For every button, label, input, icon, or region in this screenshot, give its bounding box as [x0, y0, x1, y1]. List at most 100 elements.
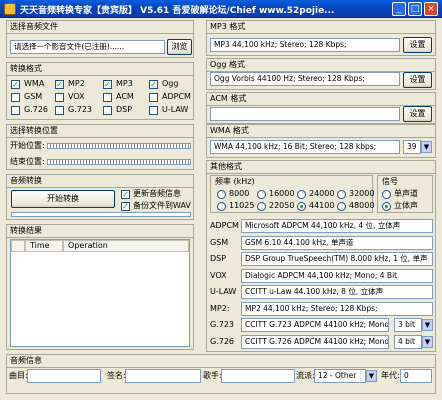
backup-wav-checkbox[interactable]: ✓ [121, 202, 130, 211]
format-checkbox-ulaw[interactable] [149, 106, 158, 115]
other-format-field[interactable]: CCITT G.723 ADPCM 44100 kHz; Mono; 3 [241, 318, 389, 332]
other-format-field[interactable]: Microsoft ADPCM 44,100 kHz, 4 位, 立体声 [241, 219, 433, 233]
browse-button[interactable]: 浏览 [167, 39, 192, 55]
format-label: WMA [24, 79, 45, 88]
frequency-title: 频率 (kHz) [215, 177, 255, 186]
stereo-radio[interactable] [382, 202, 391, 211]
format-checkbox-g723[interactable] [55, 106, 64, 115]
genre-label: 流派: [296, 371, 315, 380]
format-checkbox-wma[interactable]: ✓ [11, 80, 20, 89]
title-bar: 天天音频转换专家【贵宾版】 V5.61 吾爱破解论坛/Chief www.52p… [0, 0, 442, 18]
other-format-label: G.726 [210, 336, 235, 346]
format-checkbox-vox[interactable] [55, 93, 64, 102]
format-checkbox-mp3[interactable]: ✓ [103, 80, 112, 89]
mp3-setup-button[interactable]: 设置 [403, 37, 432, 53]
channel-title: 信号 [382, 177, 398, 186]
frequency-label: 16000 [269, 189, 295, 198]
maximize-button[interactable]: □ [408, 2, 422, 16]
mp3-format-group: MP3 格式 MP3 44,100 kHz; Stereo; 128 Kbps;… [206, 20, 436, 56]
channel-group: 信号 单声道 立体声 [377, 175, 433, 213]
other-format-field[interactable]: DSP Group TrueSpeech(TM) 8.000 kHz, 1 位,… [241, 252, 433, 266]
end-position-slider[interactable] [47, 159, 191, 165]
frequency-radio-48000[interactable] [337, 202, 346, 211]
format-checkbox-gsm[interactable] [11, 93, 20, 102]
bitrate-combo[interactable]: 3 bit [394, 318, 422, 332]
frequency-radio-8000[interactable] [217, 190, 226, 199]
other-format-field[interactable]: GSM 6.10 44.100 kHz, 单声道 [241, 235, 433, 250]
genre-combo[interactable]: 12 - Other [314, 369, 366, 383]
audio-convert-group: 音频转换 开始转换 ✓ 更新音频信息 ✓ 备份文件到WAV [6, 174, 194, 220]
close-button[interactable]: × [424, 2, 438, 16]
genre-combo-arrow-icon[interactable]: ▼ [366, 370, 377, 382]
source-file-input[interactable]: 请选择一个影音文件(已注册)...... [10, 40, 165, 54]
frequency-label: 44100 [309, 201, 335, 210]
frequency-radio-16000[interactable] [257, 190, 266, 199]
col-operation-header[interactable]: Operation [63, 240, 189, 252]
ogg-format-title: Ogg 格式 [207, 59, 435, 72]
other-format-label: VOX [210, 270, 227, 280]
wma-combo-arrow-icon[interactable]: ▼ [421, 141, 432, 153]
frequency-label: 8000 [229, 189, 250, 198]
frequency-radio-24000[interactable] [297, 190, 306, 199]
other-formats-group: 其他格式 频率 (kHz) 8000 16000 24000 32000 11025 22… [206, 160, 436, 352]
update-info-checkbox[interactable]: ✓ [121, 190, 130, 199]
acm-format-field[interactable] [210, 107, 400, 121]
format-checkbox-adpcm[interactable] [149, 93, 158, 102]
results-list[interactable]: Time Operation [10, 239, 190, 347]
wma-quality-combo[interactable]: 39 [403, 140, 421, 154]
track-field[interactable] [27, 369, 101, 383]
minimize-button[interactable]: _ [392, 2, 406, 16]
mono-label: 单声道 [394, 189, 418, 198]
format-checkbox-g726[interactable] [11, 106, 20, 115]
other-format-field[interactable]: MP2 44,100 kHz; Stereo; 128 Kbps; [241, 301, 433, 316]
format-checkbox-mp2[interactable]: ✓ [55, 80, 64, 89]
frequency-radio-32000[interactable] [337, 190, 346, 199]
other-format-label: MP2: [210, 303, 230, 313]
frequency-radio-11025[interactable] [217, 202, 226, 211]
other-format-field[interactable]: CCITT u-Law 44.100 kHz, 8 位, 立体声 [241, 285, 433, 299]
frequency-label: 22050 [269, 201, 295, 210]
mono-radio[interactable] [382, 190, 391, 199]
year-label: 年代: [381, 371, 400, 380]
other-formats-title: 其他格式 [207, 161, 435, 174]
other-format-field[interactable]: Dialogic ADPCM 44,100 kHz; Mono; 4 Bit [241, 268, 433, 283]
other-format-label: ADPCM [210, 221, 239, 230]
convert-progress-bar [11, 212, 191, 217]
bitrate-combo-arrow-icon[interactable]: ▼ [422, 319, 433, 331]
frequency-radio-22050[interactable] [257, 202, 266, 211]
ogg-setup-button[interactable]: 设置 [403, 72, 432, 88]
source-file-group: 选择音频文件 请选择一个影音文件(已注册)...... 浏览 [6, 20, 194, 58]
mp3-format-field[interactable]: MP3 44,100 kHz; Stereo; 128 Kbps; [210, 38, 400, 52]
ogg-format-field[interactable]: Ogg Vorbis 44100 Hz; Stereo; 128 Kbps; [210, 72, 400, 86]
format-label: Ogg [162, 79, 179, 88]
ogg-format-group: Ogg 格式 Ogg Vorbis 44100 Hz; Stereo; 128 … [206, 58, 436, 90]
start-position-slider[interactable] [47, 143, 191, 149]
format-label: MP2 [68, 79, 85, 88]
bitrate-combo[interactable]: 4 bit [394, 334, 422, 349]
artist-field[interactable] [221, 369, 295, 383]
artist-label: 歌手: [203, 371, 222, 380]
track-label: 曲目: [9, 371, 28, 380]
name-label: 签名: [107, 371, 126, 380]
update-info-label: 更新音频信息 [133, 189, 181, 198]
position-group: 选择转换位置 开始位置: 结束位置: [6, 124, 194, 170]
results-corner [11, 240, 25, 252]
stereo-label: 立体声 [394, 201, 418, 210]
format-label: G.726 [24, 105, 49, 114]
year-field[interactable]: 0 [400, 369, 432, 383]
col-time-header[interactable]: Time [25, 240, 63, 252]
audio-info-group: 音频信息 曲目: 签名: 歌手: 流派: 12 - Other ▼ 年代: 0 [6, 354, 436, 394]
other-format-field[interactable]: CCITT G.726 ADPCM 44100 kHz; Mono; 4 [241, 334, 389, 349]
results-group: 转换结果 Time Operation [6, 224, 194, 350]
format-label: GSM [24, 92, 43, 101]
wma-format-field[interactable]: WMA 44,100 kHz; 16 Bit; Stereo; 128 kbps… [210, 140, 400, 154]
start-convert-button[interactable]: 开始转换 [11, 190, 115, 208]
format-checkbox-ogg[interactable]: ✓ [149, 80, 158, 89]
format-checkbox-acm[interactable] [103, 93, 112, 102]
bitrate-combo-arrow-icon[interactable]: ▼ [422, 335, 433, 348]
other-format-label: U-LAW [210, 287, 237, 296]
format-checkbox-dsp[interactable] [103, 106, 112, 115]
frequency-radio-44100[interactable] [297, 202, 306, 211]
acm-setup-button[interactable]: 设置 [403, 106, 432, 122]
name-field[interactable] [125, 369, 201, 383]
